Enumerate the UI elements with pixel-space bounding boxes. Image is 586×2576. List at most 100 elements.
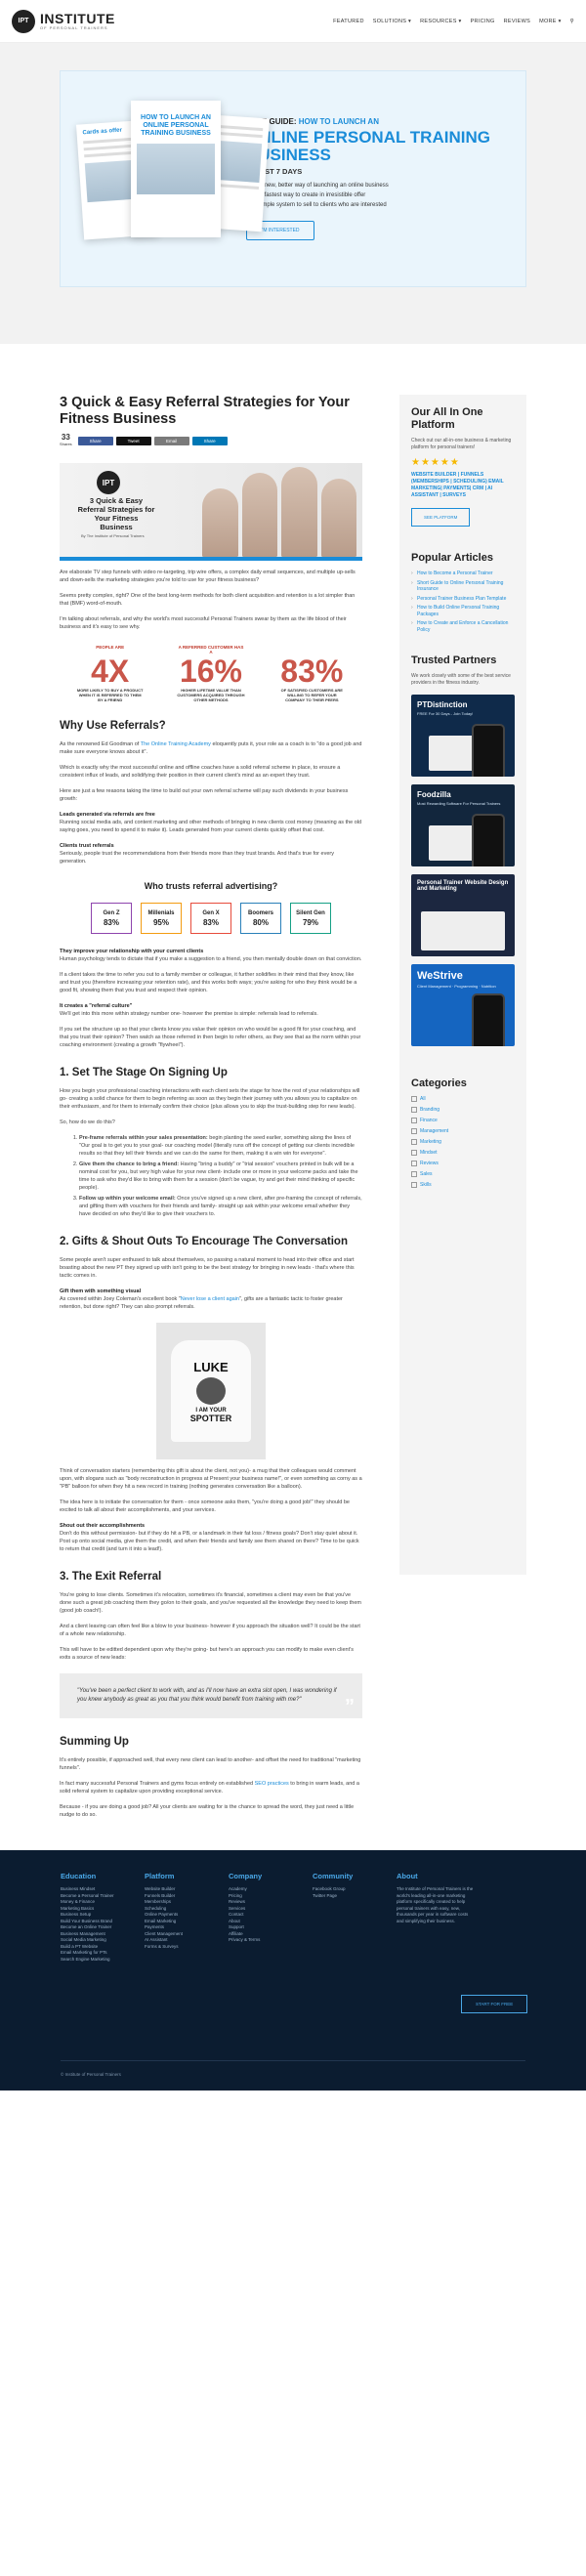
share-count: 33 Shares (60, 433, 72, 447)
stat-card: A REFERRED CUSTOMER HAS A 16% HIGHER LIF… (177, 645, 245, 702)
paragraph: Shout out their accomplishments Don't do … (60, 1523, 359, 1552)
paragraph: Here are just a few reasons taking the t… (60, 788, 349, 802)
seo-practices-link[interactable]: SEO practices (255, 1781, 289, 1787)
paragraph: You're going to lose clients. Sometimes … (60, 1592, 361, 1614)
hero-copy: FREE GUIDE: HOW TO LAUNCH AN ONLINE PERS… (245, 117, 506, 240)
mock-cover-title: HOW TO LAUNCH AN ONLINE PERSONAL TRAININ… (141, 114, 211, 137)
category-link[interactable]: Marketing (411, 1139, 515, 1145)
popular-articles-list: How to Become a Personal Trainer Short G… (411, 570, 515, 633)
popular-article-link[interactable]: Personal Trainer Business Plan Template (411, 596, 515, 603)
feature-image-title: 3 Quick & Easy Referral Strategies for Y… (77, 496, 155, 531)
list-item: Give them the chance to bring a friend: … (79, 1161, 362, 1192)
paragraph: If a client takes the time to refer you … (60, 972, 357, 993)
popular-article-link[interactable]: Short Guide to Online Personal Training … (411, 580, 515, 593)
logo-title: INSTITUTE (40, 11, 115, 26)
paragraph: Leads generated via referrals are free Ru… (60, 812, 362, 833)
site-logo[interactable]: IPT INSTITUTE OF PERSONAL TRAINERS (12, 9, 115, 33)
partner-banner-ptdistinction[interactable]: PTDistinction FREE For 30 Days - Join Tod… (411, 695, 515, 777)
footer-col-company: Company Academy Pricing Reviews Services Cont… (229, 1872, 299, 1963)
start-for-free-button[interactable]: START FOR FREE (461, 1995, 528, 2013)
list-item: Pre-frame referrals within your sales pr… (79, 1134, 362, 1158)
generation-box: Gen Z 83% (91, 903, 132, 934)
footer-columns: Education Business Mindset Become a Person… (61, 1872, 525, 1963)
hero-banner[interactable]: Cards as offer HOW TO LAUNCH AN ONLINE P… (60, 70, 526, 287)
nav-pricing[interactable]: PRICING (471, 19, 495, 24)
footer-col-community: Community Facebook Group Twitter Page (313, 1872, 383, 1963)
paragraph: As the renowned Ed Goodman of The Online… (60, 741, 362, 755)
paragraph: How you begin your professional coaching… (60, 1088, 360, 1110)
category-link[interactable]: Mindset (411, 1150, 515, 1156)
category-link[interactable]: Branding (411, 1107, 515, 1113)
partner-banner-website-design[interactable]: Personal Trainer Website Design and Mark… (411, 874, 515, 956)
category-link[interactable]: Sales (411, 1171, 515, 1177)
facebook-share-button[interactable]: Share (77, 436, 113, 445)
tshirt-image: LUKE I AM YOUR SPOTTER (156, 1323, 266, 1459)
generation-box: Millenials 95% (141, 903, 182, 934)
category-link[interactable]: Skills (411, 1182, 515, 1188)
generation-box: Gen X 83% (190, 903, 231, 934)
character-figure (196, 1376, 226, 1405)
main-nav: FEATURED SOLUTIONS ▾ RESOURCES ▾ PRICING… (333, 19, 574, 24)
stat-number: 4X (91, 654, 130, 689)
category-link[interactable]: Reviews (411, 1161, 515, 1166)
footer-about-text: The Institute of Personal Trainers is th… (397, 1886, 474, 1923)
generation-box: Boomers 80% (240, 903, 281, 934)
nav-featured[interactable]: FEATURED (333, 19, 364, 24)
popular-article-link[interactable]: How to Create and Enforce a Cancellation… (411, 620, 515, 633)
rating-stars-icon: ★★★★★ (411, 457, 460, 468)
heading-why-referrals: Why Use Referrals? (60, 720, 166, 732)
paragraph: This will have to be editted dependent u… (60, 1647, 354, 1661)
online-training-academy-link[interactable]: The Online Training Academy (141, 741, 211, 747)
popular-article-link[interactable]: How to Build Online Personal Training Pa… (411, 605, 515, 617)
popular-article-link[interactable]: How to Become a Personal Trainer (411, 570, 515, 577)
footer-link[interactable]: Search Engine Marketing (61, 1957, 131, 1964)
category-link[interactable]: Management (411, 1128, 515, 1134)
platform-features[interactable]: WEBSITE BUILDER | FUNNELS (MEMBERSHIPS |… (411, 472, 515, 499)
paragraph: Because - if you are doing a good job? A… (60, 1804, 355, 1818)
partner-banner-foodzilla[interactable]: Foodzilla Most Rewarding Software For Per… (411, 784, 515, 866)
footer-divider (61, 2060, 525, 2061)
stat-number: 83% (280, 654, 344, 689)
feature-logo-badge: IPT (97, 471, 120, 494)
never-lose-a-client-link[interactable]: Never lose a client again (181, 1296, 239, 1302)
popular-articles-title: Popular Articles (411, 552, 493, 564)
paragraph: And a client leaving can often feel like… (60, 1624, 360, 1637)
category-link[interactable]: All (411, 1096, 515, 1102)
trusted-partners-text: We work closely with some of the best se… (411, 673, 511, 686)
twitter-tweet-button[interactable]: Tweet (115, 436, 151, 445)
footer-link[interactable]: Forms & Surveys (145, 1944, 215, 1951)
guide-mockup-image: Cards as offer HOW TO LAUNCH AN ONLINE P… (75, 101, 270, 257)
people-photo (196, 463, 362, 557)
see-platform-button[interactable]: SEE PLATFORM (411, 508, 471, 527)
exit-referral-quote: "You've been a perfect client to work wi… (60, 1673, 362, 1718)
category-link[interactable]: Finance (411, 1118, 515, 1123)
hero-section: Cards as offer HOW TO LAUNCH AN ONLINE P… (0, 43, 586, 344)
linkedin-share-button[interactable]: Share (191, 436, 228, 445)
search-icon[interactable]: ⚲ (570, 19, 574, 24)
site-footer: Education Business Mindset Become a Person… (0, 1850, 586, 2090)
generations-title: Who trusts referral advertising? (144, 881, 278, 891)
content-layout: 3 Quick & Easy Referral Strategies for Y… (60, 395, 526, 1819)
generation-box: Silent Gen 79% (290, 903, 331, 934)
paragraph: Gift them with something visual As covere… (60, 1288, 343, 1310)
footer-link[interactable]: Twitter Page (313, 1893, 383, 1900)
platform-title: Our All In One Platform (411, 406, 483, 431)
quote-mark-icon: ” (345, 1696, 355, 1717)
trusted-partners-title: Trusted Partners (411, 655, 497, 666)
share-bar: 33 Shares Share Tweet Email Share (60, 434, 362, 447)
partner-banner-westrive[interactable]: WeStrive Client Management · Programming … (411, 964, 515, 1046)
paragraph: They improve your relationship with your… (60, 949, 362, 962)
nav-solutions[interactable]: SOLUTIONS ▾ (373, 19, 411, 24)
nav-reviews[interactable]: REVIEWS (504, 19, 530, 24)
site-header: IPT INSTITUTE OF PERSONAL TRAINERS FEATU… (0, 0, 586, 43)
paragraph: The idea here is to initiate the convers… (60, 1499, 350, 1513)
paragraph: So, how do we do this? (60, 1119, 115, 1125)
nav-resources[interactable]: RESOURCES ▾ (420, 19, 461, 24)
article-title: 3 Quick & Easy Referral Strategies for Y… (60, 395, 350, 427)
categories-title: Categories (411, 1077, 467, 1089)
paragraph: Clients trust referrals Seriously, people… (60, 843, 334, 865)
nav-more[interactable]: MORE ▾ (539, 19, 562, 24)
email-share-button[interactable]: Email (153, 436, 189, 445)
footer-link[interactable]: Privacy & Terms (229, 1937, 299, 1944)
intro-paragraph: Seems pretty complex, right? One of the … (60, 593, 356, 607)
